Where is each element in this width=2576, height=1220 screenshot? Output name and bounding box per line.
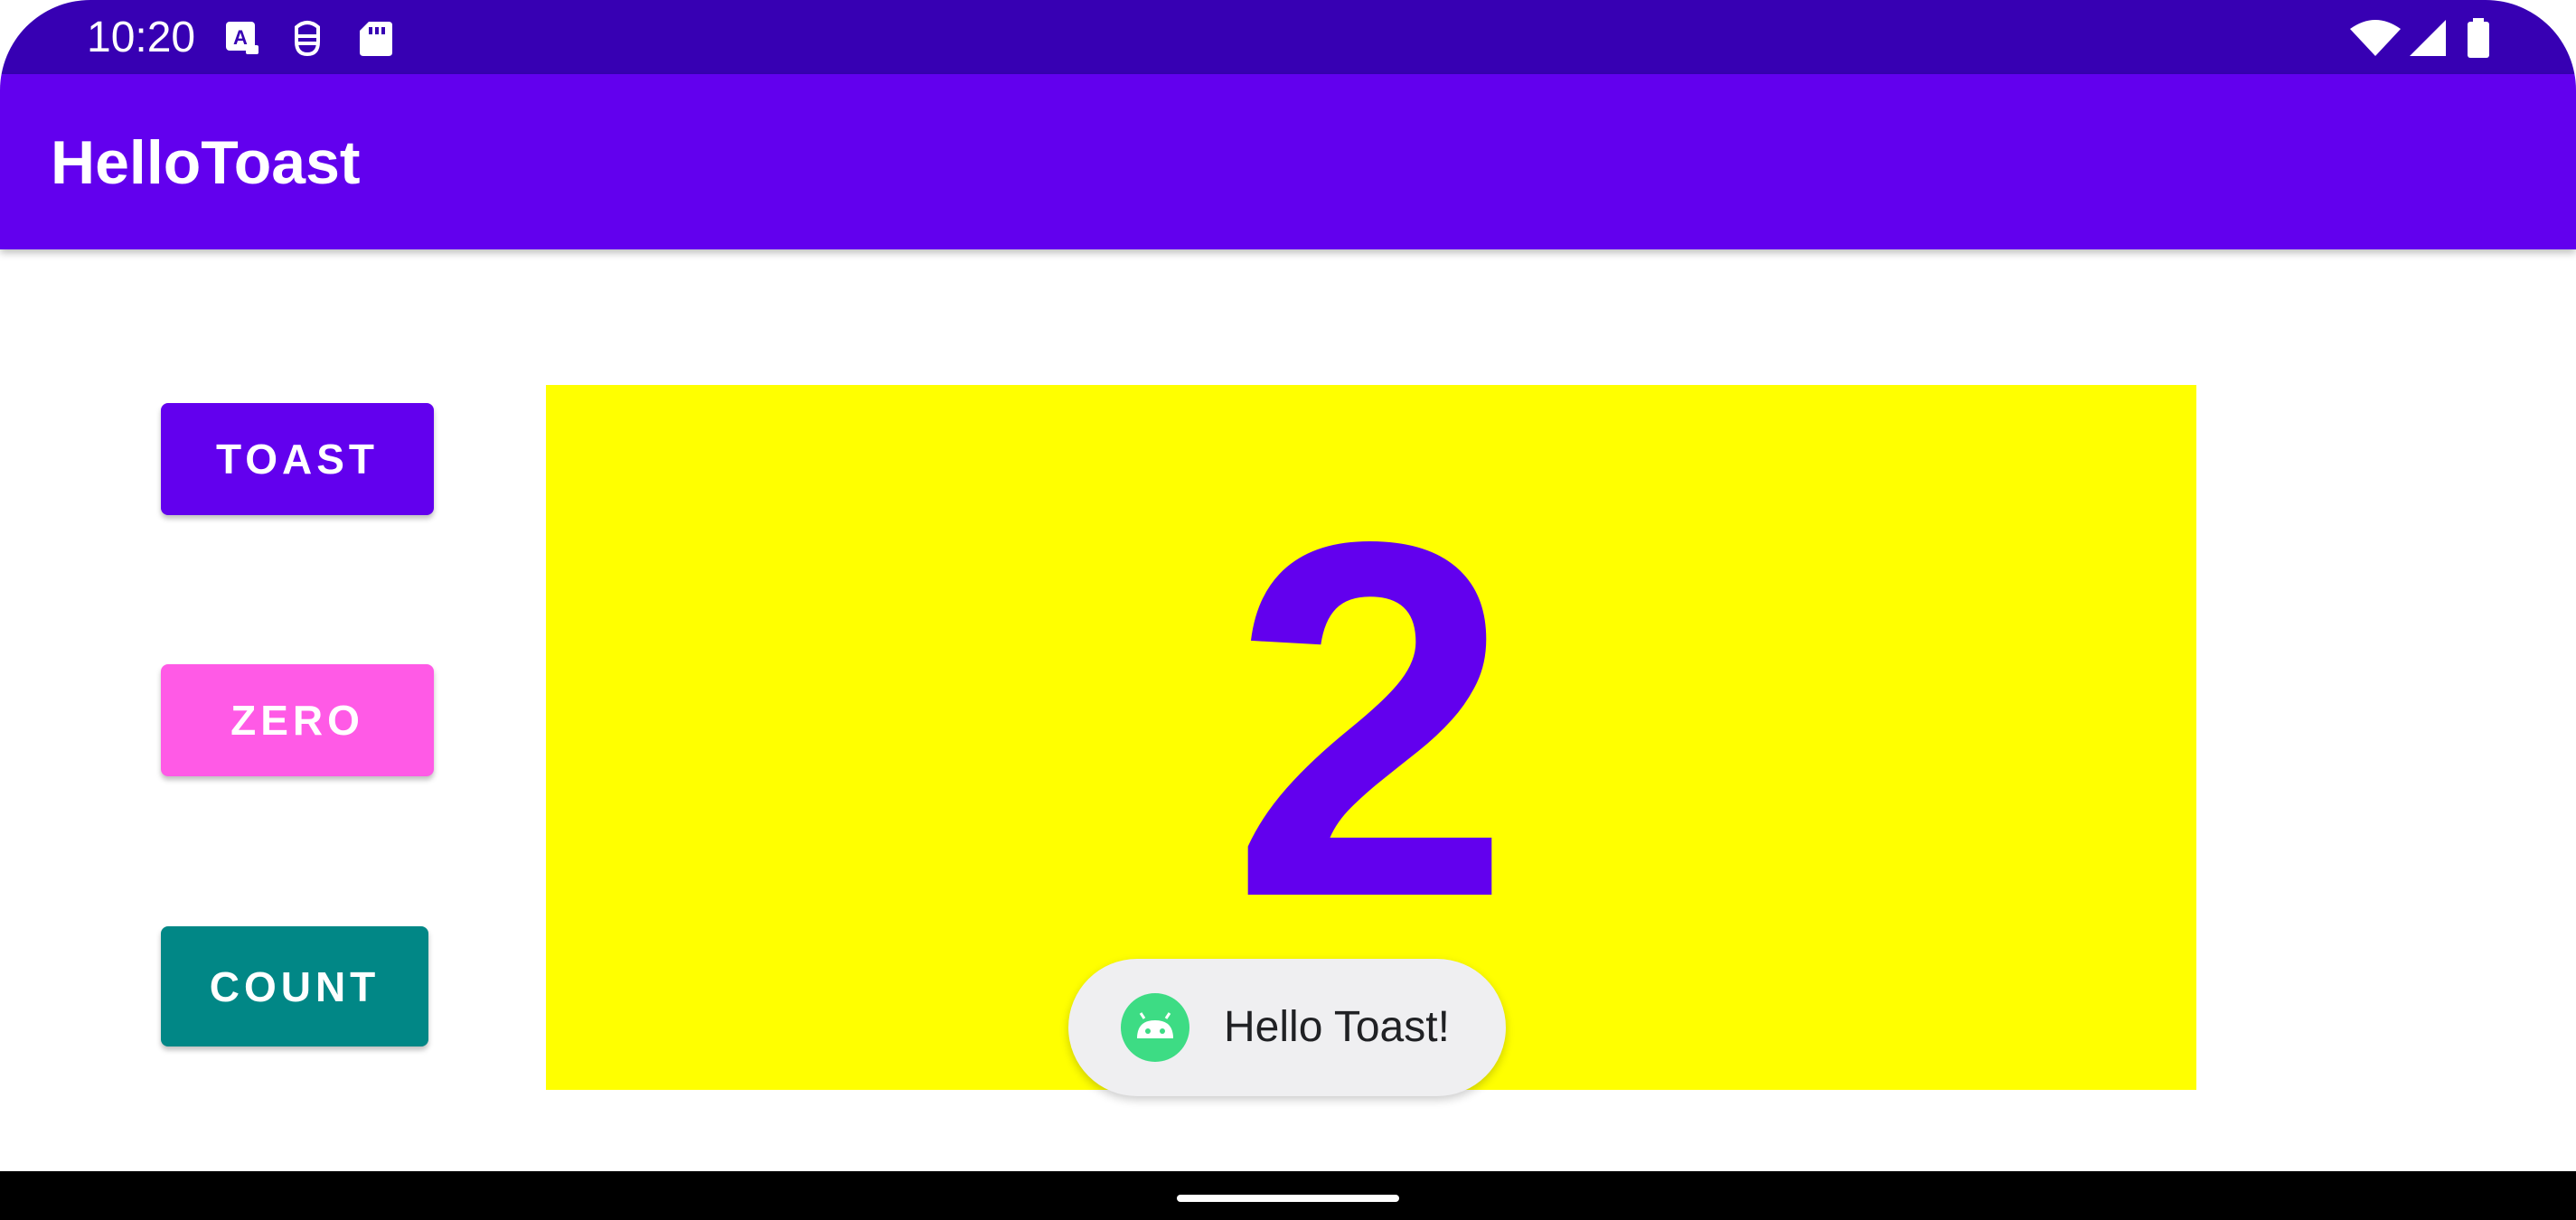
svg-text:A: A [233, 26, 248, 49]
toast-message: Hello Toast! [1068, 959, 1506, 1096]
zero-button[interactable]: ZERO [161, 664, 434, 776]
status-time: 10:20 [87, 14, 196, 61]
toast-text: Hello Toast! [1224, 1003, 1450, 1051]
count-value: 2 [1230, 436, 1512, 1002]
navigation-bar [0, 1171, 2576, 1220]
app-bar: HelloToast [0, 74, 2576, 249]
cell-signal-icon [2408, 18, 2448, 58]
device-screen: 10:20 A HelloToast TOAST ZERO COUNT 2 He… [0, 0, 2576, 1220]
battery-icon [2466, 18, 2491, 58]
home-handle[interactable] [1177, 1195, 1399, 1202]
wifi-icon [2350, 18, 2401, 58]
android-debug-icon [287, 18, 327, 58]
status-bar: 10:20 A [0, 0, 2576, 74]
sd-card-icon [356, 18, 396, 58]
android-app-icon [1121, 993, 1189, 1062]
app-title: HelloToast [51, 128, 361, 197]
a-notification-icon: A [222, 18, 262, 58]
toast-button[interactable]: TOAST [161, 403, 434, 515]
count-button[interactable]: COUNT [161, 926, 428, 1046]
